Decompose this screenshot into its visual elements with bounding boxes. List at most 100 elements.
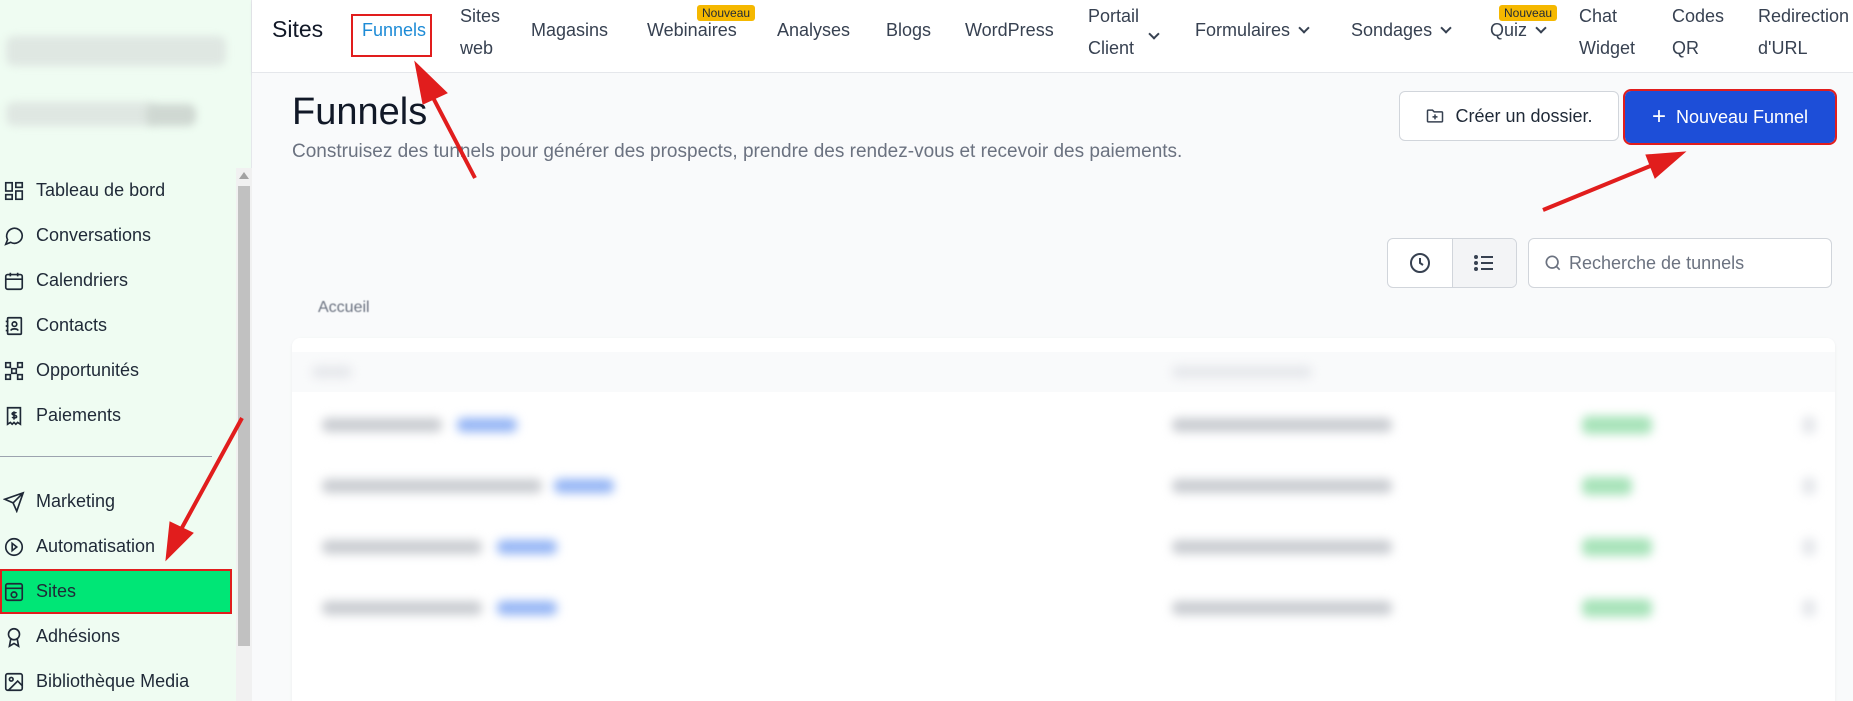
funnels-table	[292, 338, 1835, 701]
row-menu-blurred[interactable]	[1802, 599, 1816, 617]
sidebar-divider	[0, 456, 212, 457]
sidebar-shortcut-blurred	[146, 104, 196, 126]
sidebar-item-automation[interactable]: Automatisation	[0, 524, 236, 569]
column-header-blurred	[312, 366, 352, 378]
row-status-blurred	[1582, 477, 1632, 495]
scroll-up-arrow-icon[interactable]	[239, 172, 249, 179]
chevron-down-icon	[1535, 22, 1547, 34]
row-name-blurred	[322, 540, 482, 554]
table-header	[292, 352, 1835, 392]
tab-redirection-url[interactable]: Redirection d'URL	[1758, 0, 1849, 64]
tab-sondages[interactable]: Sondages	[1351, 14, 1452, 46]
sidebar-item-label: Paiements	[36, 405, 122, 425]
row-menu-blurred[interactable]	[1802, 477, 1816, 495]
scrollbar-thumb[interactable]	[238, 186, 250, 646]
list-icon	[1474, 255, 1494, 271]
recent-view-button[interactable]	[1388, 239, 1452, 287]
sidebar: Tableau de bord Conversations Calendrier…	[0, 0, 252, 701]
sidebar-item-label: Opportunités	[36, 360, 140, 380]
sidebar-item-payments[interactable]: Paiements	[0, 393, 236, 438]
tab-sites-web[interactable]: Sites web	[460, 0, 500, 64]
tab-blogs[interactable]: Blogs	[886, 14, 931, 46]
tab-funnels[interactable]: Funnels	[362, 14, 426, 46]
dashboard-icon	[2, 179, 26, 203]
row-date-blurred	[1172, 418, 1392, 432]
sidebar-item-label: Calendriers	[36, 270, 129, 290]
column-header-blurred	[1172, 366, 1312, 378]
row-tag-blurred	[497, 540, 557, 554]
search-icon	[1545, 255, 1561, 271]
award-icon	[2, 625, 26, 649]
row-status-blurred	[1582, 538, 1652, 556]
sidebar-item-media-library[interactable]: Bibliothèque Media	[0, 659, 236, 701]
row-name-blurred	[322, 479, 542, 493]
page-subtitle: Construisez des tunnels pour générer des…	[292, 141, 1183, 162]
sidebar-item-calendars[interactable]: Calendriers	[0, 258, 236, 303]
sidebar-search-blurred[interactable]	[6, 102, 156, 126]
automation-icon	[2, 535, 26, 559]
sidebar-item-contacts[interactable]: Contacts	[0, 303, 236, 348]
tab-codes-qr[interactable]: Codes QR	[1672, 0, 1724, 64]
sidebar-item-marketing[interactable]: Marketing	[0, 479, 236, 524]
row-menu-blurred[interactable]	[1802, 538, 1816, 556]
button-label: Nouveau Funnel	[1675, 106, 1809, 127]
sidebar-item-label: Adhésions	[36, 626, 121, 646]
top-navigation: Sites Funnels Sites web Magasins Webinai…	[252, 0, 1853, 73]
sites-icon	[2, 580, 26, 604]
main-content: Funnels Construisez des tunnels pour gén…	[252, 73, 1853, 701]
new-funnel-button[interactable]: + Nouveau Funnel	[1623, 89, 1837, 145]
tab-label: Quiz	[1490, 20, 1528, 40]
send-icon	[2, 490, 26, 514]
tab-magasins[interactable]: Magasins	[531, 14, 608, 46]
sidebar-item-conversations[interactable]: Conversations	[0, 213, 236, 258]
contact-book-icon	[2, 314, 26, 338]
tab-analyses[interactable]: Analyses	[777, 14, 850, 46]
sidebar-nav: Tableau de bord Conversations Calendrier…	[0, 168, 236, 701]
breadcrumb[interactable]: Accueil	[318, 299, 370, 317]
tab-label-line: Widget	[1579, 38, 1636, 58]
tab-label-line: Portail	[1088, 6, 1140, 26]
list-view-button[interactable]	[1451, 239, 1516, 287]
sidebar-item-label: Conversations	[36, 225, 152, 245]
page-title: Funnels	[292, 91, 428, 133]
tab-label-line: d'URL	[1758, 38, 1808, 58]
payments-icon	[2, 404, 26, 428]
image-icon	[2, 670, 26, 694]
sidebar-item-label: Contacts	[36, 315, 108, 335]
tab-label-line: QR	[1672, 38, 1699, 58]
tab-portail-client[interactable]: Portail Client	[1088, 0, 1139, 64]
account-switcher-blurred[interactable]	[6, 36, 226, 66]
sidebar-item-sites[interactable]: Sites	[0, 569, 232, 614]
row-name-blurred	[322, 418, 442, 432]
tab-chat-widget[interactable]: Chat Widget	[1579, 0, 1635, 64]
sidebar-item-memberships[interactable]: Adhésions	[0, 614, 236, 659]
row-tag-blurred	[457, 418, 517, 432]
search-field[interactable]	[1528, 238, 1832, 288]
sidebar-item-label: Tableau de bord	[36, 180, 166, 200]
tab-wordpress[interactable]: WordPress	[965, 14, 1054, 46]
view-toggle	[1387, 238, 1517, 288]
opportunities-icon	[2, 359, 26, 383]
row-status-blurred	[1582, 416, 1652, 434]
row-date-blurred	[1172, 540, 1392, 554]
tab-label: Formulaires	[1195, 20, 1291, 40]
tab-formulaires[interactable]: Formulaires	[1195, 14, 1310, 46]
row-tag-blurred	[497, 601, 557, 615]
sidebar-item-label: Sites	[36, 581, 77, 601]
button-label: Créer un dossier.	[1455, 105, 1593, 126]
create-folder-button[interactable]: Créer un dossier.	[1399, 91, 1619, 141]
sidebar-item-dashboard[interactable]: Tableau de bord	[0, 168, 236, 213]
sidebar-item-opportunities[interactable]: Opportunités	[0, 348, 236, 393]
tab-label-line: Chat	[1579, 6, 1618, 26]
sidebar-scrollbar[interactable]	[236, 168, 252, 701]
sidebar-item-label: Marketing	[36, 491, 116, 511]
tab-label-line: Sites	[460, 6, 501, 26]
chevron-down-icon[interactable]	[1148, 28, 1160, 40]
search-input[interactable]	[1569, 252, 1819, 274]
row-menu-blurred[interactable]	[1802, 416, 1816, 434]
tab-label-line: Redirection	[1758, 6, 1850, 26]
plus-icon: +	[1651, 103, 1666, 130]
row-tag-blurred	[554, 479, 614, 493]
chevron-down-icon	[1298, 22, 1310, 34]
section-title: Sites	[272, 16, 324, 42]
